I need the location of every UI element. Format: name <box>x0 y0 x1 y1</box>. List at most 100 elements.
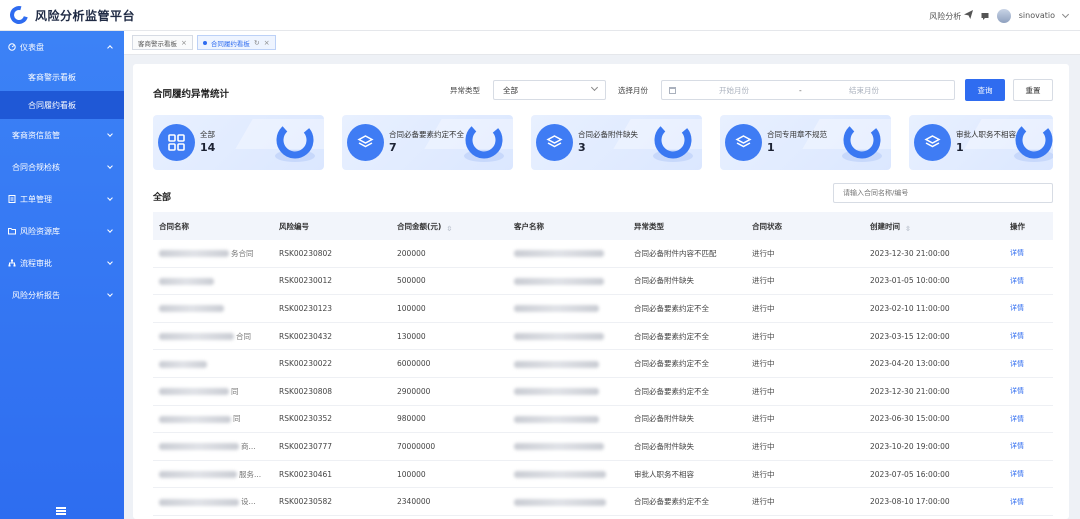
cell-actions: 详情 <box>1004 303 1053 313</box>
flow-icon <box>8 259 16 267</box>
stat-card-label: 合同必备要素约定不全 <box>389 130 464 139</box>
close-icon[interactable]: × <box>181 39 187 47</box>
folder-icon <box>8 228 16 235</box>
cell-status: 进行中 <box>752 276 775 286</box>
redacted-text <box>159 250 229 258</box>
sidebar-subitem-merchant-warning[interactable]: 客商警示看板 <box>0 63 124 91</box>
cell-status: 进行中 <box>752 386 775 396</box>
active-dot-icon <box>202 40 207 45</box>
refresh-icon[interactable]: ↻ <box>254 39 260 47</box>
brand-logo-icon <box>275 121 315 162</box>
cell-risk-no: RSK00230808 <box>279 386 333 396</box>
contract-name-suffix: 服务... <box>239 469 262 479</box>
cell-contract-name: 设... <box>153 496 273 507</box>
stat-card-label: 合同必备附件缺失 <box>578 130 638 139</box>
table-row: RSK00230123 100000 合同必备要素约定不全 进行中 2023-02-10… <box>153 295 1053 323</box>
query-button[interactable]: 查询 <box>965 79 1005 101</box>
avatar[interactable] <box>996 8 1011 23</box>
cell-created: 2023-02-10 11:00:00 <box>870 303 950 313</box>
detail-link[interactable]: 详情 <box>1010 415 1024 423</box>
detail-link[interactable]: 详情 <box>1010 387 1024 395</box>
table-row: 务合同 RSK00230802 200000 合同必备附件内容不匹配 进行中 2023-1… <box>153 240 1053 268</box>
detail-link[interactable]: 详情 <box>1010 304 1024 312</box>
stat-card-all[interactable]: 全部 14 <box>153 115 324 170</box>
contract-name-suffix: 设... <box>241 497 256 507</box>
tab-merchant-warning[interactable]: 客商警示看板 × <box>132 35 193 50</box>
layers-icon <box>347 124 384 161</box>
cell-status: 进行中 <box>752 469 775 479</box>
detail-link[interactable]: 详情 <box>1010 498 1024 506</box>
stat-card-approver-conflict[interactable]: 审批人职务不相容 1 <box>909 115 1053 170</box>
col-amount[interactable]: 合同金额(元) <box>391 221 508 232</box>
cell-created: 2023-03-15 12:00:00 <box>870 331 950 341</box>
detail-link[interactable]: 详情 <box>1010 249 1024 257</box>
redacted-text <box>514 360 599 368</box>
sidebar-item-label: 合同合规检核 <box>12 162 60 172</box>
cell-customer <box>508 304 628 313</box>
cell-created: 2023-06-30 15:00:00 <box>870 414 950 424</box>
date-separator: - <box>799 85 802 95</box>
cell-amount: 70000000 <box>397 441 436 451</box>
dashboard-icon <box>8 43 16 51</box>
cell-exception-type: 合同必备附件缺失 <box>634 276 694 286</box>
redacted-text <box>159 471 237 479</box>
cell-amount: 500000 <box>397 276 426 286</box>
col-created[interactable]: 创建时间 <box>864 221 1004 232</box>
cell-status: 进行中 <box>752 331 775 341</box>
collapse-menu-icon[interactable] <box>56 507 66 515</box>
cell-contract-name: 务合同 <box>153 248 273 259</box>
username[interactable]: sinovatio <box>1019 11 1055 20</box>
sidebar-item-approval[interactable]: 流程审批 <box>0 247 124 279</box>
reset-button[interactable]: 重置 <box>1013 79 1053 101</box>
detail-link[interactable]: 详情 <box>1010 360 1024 368</box>
cell-customer <box>508 332 628 341</box>
document-icon <box>8 195 16 203</box>
sidebar-item-dashboard[interactable]: 仪表盘 <box>0 31 124 63</box>
detail-link[interactable]: 详情 <box>1010 332 1024 340</box>
redacted-text <box>159 415 231 423</box>
sort-icon[interactable] <box>903 224 907 230</box>
redacted-text <box>514 471 606 479</box>
cell-amount: 100000 <box>397 469 426 479</box>
cell-status: 进行中 <box>752 248 775 258</box>
sidebar-item-risk-library[interactable]: 风险资源库 <box>0 215 124 247</box>
cell-exception-type: 合同必备附件缺失 <box>634 414 694 424</box>
page-title: 合同履约异常统计 <box>153 89 230 100</box>
stat-card-seal-irregular[interactable]: 合同专用章不规范 1 <box>720 115 891 170</box>
start-month-input[interactable]: 开始月份 <box>719 85 749 96</box>
cell-amount: 980000 <box>397 414 426 424</box>
end-month-input[interactable]: 结束月份 <box>849 85 879 96</box>
filter-month-label: 选择月份 <box>618 86 648 95</box>
sidebar-subitem-contract-board[interactable]: 合同履约看板 <box>0 91 124 119</box>
chevron-down-icon[interactable] <box>1061 10 1070 18</box>
col-status: 合同状态 <box>752 221 782 231</box>
message-icon[interactable] <box>981 12 989 20</box>
stat-card-attachment-missing[interactable]: 合同必备附件缺失 3 <box>531 115 702 170</box>
sidebar-item-contract-compliance[interactable]: 合同合规检核 <box>0 151 124 183</box>
cell-customer <box>508 276 628 285</box>
month-range-picker[interactable]: 开始月份 - 结束月份 <box>661 80 955 100</box>
sidebar-item-credit-supervision[interactable]: 客商资信监管 <box>0 119 124 151</box>
sidebar-item-workorder[interactable]: 工单管理 <box>0 183 124 215</box>
stat-card-elements-incomplete[interactable]: 合同必备要素约定不全 7 <box>342 115 513 170</box>
cell-risk-no: RSK00230022 <box>279 359 333 369</box>
search-input[interactable] <box>833 183 1053 203</box>
risk-analysis-link[interactable]: 风险分析 <box>929 9 973 22</box>
close-icon[interactable]: × <box>264 39 270 47</box>
sort-icon[interactable] <box>444 224 448 230</box>
tab-contract-board[interactable]: 合同履约看板 ↻ × <box>196 35 276 50</box>
chevron-down-icon <box>107 163 113 169</box>
cell-exception-type: 合同必备附件缺失 <box>634 441 694 451</box>
chevron-down-icon <box>107 131 113 137</box>
cell-status: 进行中 <box>752 441 775 451</box>
select-value: 全部 <box>503 85 518 95</box>
brand-logo-icon <box>653 121 693 162</box>
sidebar-item-risk-report[interactable]: 风险分析报告 <box>0 279 124 311</box>
cell-amount: 6000000 <box>397 359 431 369</box>
detail-link[interactable]: 详情 <box>1010 442 1024 450</box>
detail-link[interactable]: 详情 <box>1010 470 1024 478</box>
redacted-text <box>514 333 604 341</box>
exception-type-select[interactable]: 全部 <box>493 80 606 100</box>
app-logo[interactable]: 风险分析监管平台 <box>0 2 135 28</box>
detail-link[interactable]: 详情 <box>1010 277 1024 285</box>
